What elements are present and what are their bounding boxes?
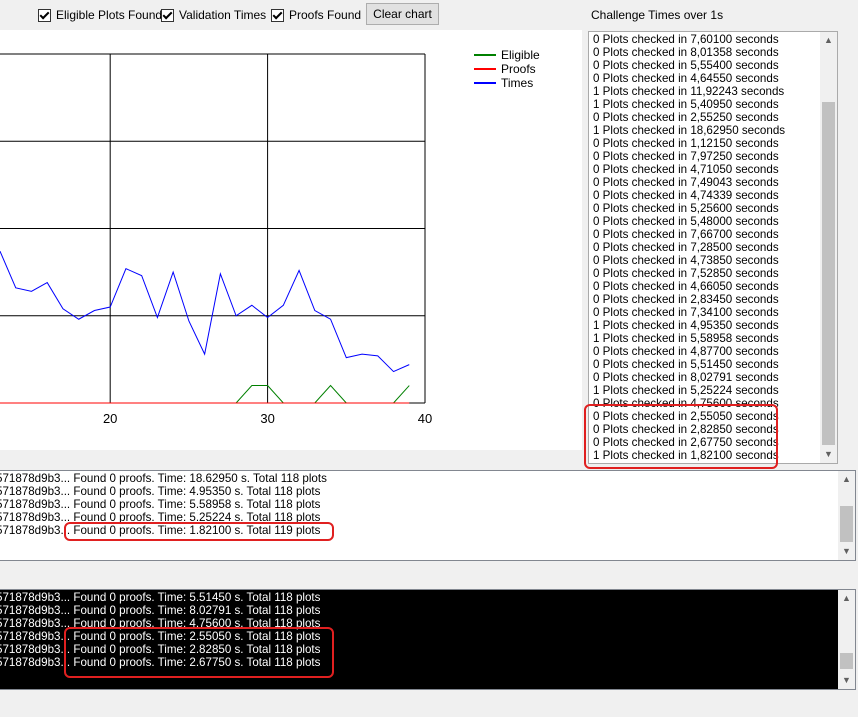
validation-times-label: Validation Times bbox=[179, 8, 267, 22]
scroll-down-icon[interactable]: ▼ bbox=[838, 543, 855, 560]
log-output-white[interactable]: 571878d9b3... Found 0 proofs. Time: 18.6… bbox=[0, 470, 856, 561]
log2-scrollbar[interactable]: ▲ ▼ bbox=[838, 590, 855, 689]
series-line-eligible bbox=[0, 384, 410, 404]
x-axis-ticks: 20 30 40 bbox=[103, 411, 432, 426]
scroll-down-icon[interactable]: ▼ bbox=[820, 446, 837, 463]
list-item[interactable]: 0 Plots checked in 4,66050 seconds bbox=[593, 280, 818, 293]
legend-label: Times bbox=[501, 76, 533, 90]
list-item[interactable]: 0 Plots checked in 8,01358 seconds bbox=[593, 46, 818, 59]
log1-scrollbar[interactable]: ▲ ▼ bbox=[838, 471, 855, 560]
scroll-thumb[interactable] bbox=[840, 653, 853, 669]
list-items: 0 Plots checked in 7,60100 seconds 0 Plot… bbox=[593, 33, 818, 462]
log-prefix: 571878d9b3... bbox=[0, 643, 71, 656]
list-item[interactable]: 0 Plots checked in 2,55250 seconds bbox=[593, 111, 818, 124]
x-tick-label: 40 bbox=[418, 411, 432, 426]
scroll-up-icon[interactable]: ▲ bbox=[838, 590, 855, 607]
list-item[interactable]: 0 Plots checked in 4,73850 seconds bbox=[593, 254, 818, 267]
challenge-times-list[interactable]: 0 Plots checked in 7,60100 seconds 0 Plot… bbox=[588, 31, 838, 464]
checkbox-checked-icon bbox=[38, 8, 51, 22]
proofs-found-label: Proofs Found bbox=[289, 8, 362, 22]
list-item[interactable]: 1 Plots checked in 18,62950 seconds bbox=[593, 124, 818, 137]
scroll-thumb[interactable] bbox=[840, 506, 853, 542]
clear-chart-button[interactable]: Clear chart bbox=[366, 3, 439, 25]
legend-label: Eligible bbox=[501, 48, 540, 62]
eligible-plots-label: Eligible Plots Found bbox=[56, 8, 163, 22]
x-tick-label: 20 bbox=[103, 411, 117, 426]
highlight-annotation bbox=[64, 522, 334, 541]
chart-grid bbox=[0, 53, 426, 404]
scroll-up-icon[interactable]: ▲ bbox=[820, 32, 837, 49]
scroll-up-icon[interactable]: ▲ bbox=[838, 471, 855, 488]
list-item[interactable]: 0 Plots checked in 8,02791 seconds bbox=[593, 371, 818, 384]
highlight-annotation bbox=[584, 404, 778, 469]
log-line: 571878d9b3... Found 0 proofs. Time: 5.51… bbox=[0, 591, 320, 604]
chart-area: 20 30 40 Eligible Proofs Times bbox=[0, 30, 582, 450]
list-item[interactable]: 0 Plots checked in 1,12150 seconds bbox=[593, 137, 818, 150]
list-item[interactable]: 0 Plots checked in 7,52850 seconds bbox=[593, 267, 818, 280]
challenge-times-title: Challenge Times over 1s bbox=[591, 8, 724, 22]
log-prefix: 571878d9b3... bbox=[0, 604, 71, 617]
legend-label: Proofs bbox=[501, 62, 536, 76]
list-item[interactable]: 1 Plots checked in 5,58958 seconds bbox=[593, 332, 818, 345]
chart-legend: EligibleProofsTimes bbox=[474, 48, 540, 90]
log-prefix: 571878d9b3... bbox=[0, 498, 71, 511]
log-prefix: 571878d9b3... bbox=[0, 524, 71, 537]
list-item[interactable]: 1 Plots checked in 11,92243 seconds bbox=[593, 85, 818, 98]
list-item[interactable]: 0 Plots checked in 7,60100 seconds bbox=[593, 33, 818, 46]
log-line: 571878d9b3... Found 0 proofs. Time: 4.95… bbox=[0, 485, 327, 498]
log-prefix: 571878d9b3... bbox=[0, 591, 71, 604]
list-item[interactable]: 0 Plots checked in 4,87700 seconds bbox=[593, 345, 818, 358]
checkbox-checked-icon bbox=[161, 8, 174, 22]
list-item[interactable]: 1 Plots checked in 5,25224 seconds bbox=[593, 384, 818, 397]
log-line: 571878d9b3... Found 0 proofs. Time: 18.6… bbox=[0, 472, 327, 485]
list-item[interactable]: 0 Plots checked in 7,28500 seconds bbox=[593, 241, 818, 254]
list-item[interactable]: 0 Plots checked in 5,25600 seconds bbox=[593, 202, 818, 215]
highlight-annotation bbox=[64, 627, 334, 678]
x-tick-label: 30 bbox=[260, 411, 274, 426]
list-item[interactable]: 1 Plots checked in 4,95350 seconds bbox=[593, 319, 818, 332]
log-prefix: 571878d9b3... bbox=[0, 511, 71, 524]
list-item[interactable]: 0 Plots checked in 2,83450 seconds bbox=[593, 293, 818, 306]
log-prefix: 571878d9b3... bbox=[0, 472, 71, 485]
list-item[interactable]: 0 Plots checked in 5,48000 seconds bbox=[593, 215, 818, 228]
log-prefix: 571878d9b3... bbox=[0, 617, 71, 630]
eligible-plots-checkbox[interactable]: Eligible Plots Found bbox=[38, 8, 162, 22]
list-item[interactable]: 1 Plots checked in 5,40950 seconds bbox=[593, 98, 818, 111]
line-chart: 20 30 40 EligibleProofsTimes bbox=[0, 48, 540, 426]
list-item[interactable]: 0 Plots checked in 5,51450 seconds bbox=[593, 358, 818, 371]
log-text: Found 0 proofs. Time: 5.51450 s. Total 1… bbox=[73, 591, 321, 604]
list-item[interactable]: 0 Plots checked in 4,71050 seconds bbox=[593, 163, 818, 176]
log-text: Found 0 proofs. Time: 18.62950 s. Total … bbox=[73, 472, 327, 485]
log-prefix: 571878d9b3... bbox=[0, 630, 71, 643]
log-prefix: 571878d9b3... bbox=[0, 656, 71, 669]
list-item[interactable]: 0 Plots checked in 7,97250 seconds bbox=[593, 150, 818, 163]
proofs-found-checkbox[interactable]: Proofs Found bbox=[271, 8, 361, 22]
log-text: Found 0 proofs. Time: 4.95350 s. Total 1… bbox=[73, 485, 321, 498]
log-line: 571878d9b3... Found 0 proofs. Time: 8.02… bbox=[0, 604, 320, 617]
list-item[interactable]: 0 Plots checked in 4,64550 seconds bbox=[593, 72, 818, 85]
checkbox-checked-icon bbox=[271, 8, 284, 22]
list-item[interactable]: 0 Plots checked in 7,49043 seconds bbox=[593, 176, 818, 189]
list-item[interactable]: 0 Plots checked in 7,66700 seconds bbox=[593, 228, 818, 241]
log-prefix: 571878d9b3... bbox=[0, 485, 71, 498]
series-line-times bbox=[0, 250, 410, 373]
validation-times-checkbox[interactable]: Validation Times bbox=[161, 8, 266, 22]
chart-series bbox=[0, 250, 410, 404]
log-text: Found 0 proofs. Time: 5.58958 s. Total 1… bbox=[73, 498, 321, 511]
toolbar: Eligible Plots Found Validation Times Pr… bbox=[0, 0, 580, 30]
list-scrollbar[interactable]: ▲ ▼ bbox=[820, 32, 837, 463]
scroll-down-icon[interactable]: ▼ bbox=[838, 672, 855, 689]
log-text: Found 0 proofs. Time: 8.02791 s. Total 1… bbox=[73, 604, 321, 617]
list-item[interactable]: 0 Plots checked in 5,55400 seconds bbox=[593, 59, 818, 72]
list-item[interactable]: 0 Plots checked in 7,34100 seconds bbox=[593, 306, 818, 319]
scroll-thumb[interactable] bbox=[822, 102, 835, 445]
list-item[interactable]: 0 Plots checked in 4,74339 seconds bbox=[593, 189, 818, 202]
log-line: 571878d9b3... Found 0 proofs. Time: 5.58… bbox=[0, 498, 327, 511]
